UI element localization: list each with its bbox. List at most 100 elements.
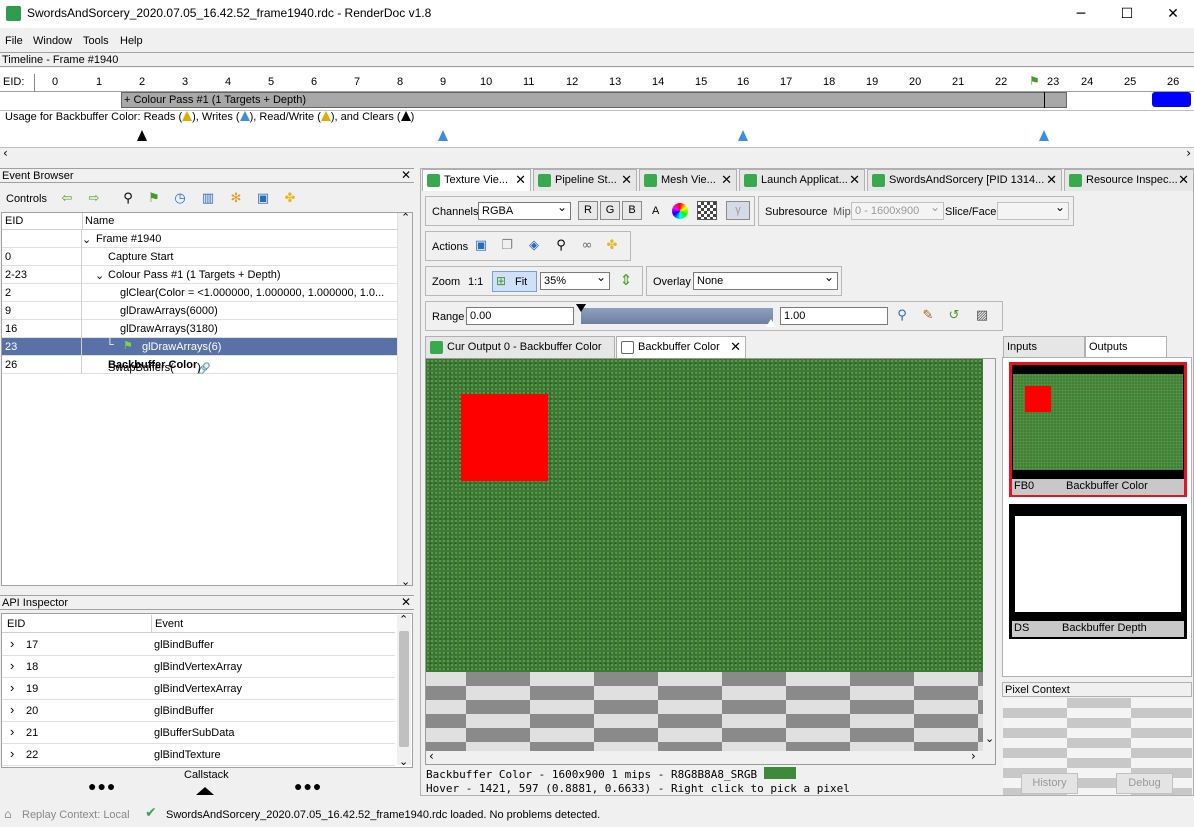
copy-icon[interactable]: ❐ bbox=[499, 238, 515, 254]
scroll-thumb[interactable] bbox=[399, 631, 409, 747]
event-row[interactable]: 16 glDrawArrays(3180) bbox=[2, 320, 397, 338]
binoculars-icon[interactable]: ⚲ bbox=[553, 238, 569, 254]
history-button[interactable]: History bbox=[1021, 773, 1078, 794]
scroll-down-icon[interactable]: ⌄ bbox=[399, 755, 408, 768]
expand-chevron-icon[interactable]: › bbox=[10, 724, 14, 739]
texture-canvas[interactable]: ⌄ ‹ › bbox=[425, 358, 996, 765]
channels-select[interactable]: RGBA bbox=[478, 199, 571, 220]
auto-fit-icon[interactable]: ✎ bbox=[920, 308, 936, 324]
menu-tools[interactable]: Tools bbox=[83, 35, 109, 47]
menu-help[interactable]: Help bbox=[120, 35, 143, 47]
api-row[interactable]: › 22 glBindTexture bbox=[2, 744, 395, 766]
maximize-button[interactable]: ☐ bbox=[1104, 0, 1150, 28]
api-scrollbar[interactable]: ⌃ ⌄ bbox=[397, 613, 411, 768]
close-icon[interactable]: ✕ bbox=[401, 168, 411, 182]
checkerboard-icon[interactable] bbox=[697, 201, 717, 220]
tab-outputs[interactable]: Outputs bbox=[1085, 336, 1167, 358]
mip-select[interactable]: 0 - 1600x900 bbox=[851, 199, 944, 220]
slice-face-select[interactable] bbox=[997, 199, 1069, 220]
range-histogram[interactable] bbox=[581, 308, 773, 324]
thumbnail-fb0[interactable]: FB0 Backbuffer Color bbox=[1009, 362, 1187, 497]
scroll-left-icon[interactable]: ‹ bbox=[429, 749, 434, 763]
clock-icon[interactable]: ◷ bbox=[172, 191, 188, 207]
splitter-dots-left[interactable]: ●●● bbox=[88, 778, 116, 794]
close-icon[interactable]: ✕ bbox=[849, 172, 860, 188]
menu-file[interactable]: File bbox=[5, 35, 23, 47]
close-icon[interactable]: ✕ bbox=[515, 172, 526, 188]
expand-chevron-icon[interactable]: › bbox=[10, 680, 14, 695]
puzzle-icon[interactable]: ✤ bbox=[282, 191, 298, 207]
tab-launch-application[interactable]: Launch Applicat... ✕ bbox=[739, 169, 865, 191]
gamma-toggle[interactable]: γ bbox=[726, 201, 750, 220]
range-black-handle[interactable] bbox=[576, 304, 586, 312]
scroll-down-icon[interactable]: ⌄ bbox=[985, 732, 994, 745]
statistics-icon[interactable]: ▥ bbox=[200, 191, 216, 207]
expand-chevron-icon[interactable]: › bbox=[10, 636, 14, 651]
scroll-right-icon[interactable]: › bbox=[971, 749, 976, 763]
name-column-header[interactable]: Name bbox=[85, 215, 114, 227]
event-row[interactable]: 2 glClear(Color = <1.000000, 1.000000, 1.… bbox=[2, 284, 397, 302]
api-row[interactable]: › 20 glBindBuffer bbox=[2, 700, 395, 722]
expand-chevron-icon[interactable]: › bbox=[10, 658, 14, 673]
splitter-dots-right[interactable]: ●●● bbox=[294, 778, 322, 794]
close-icon[interactable]: ✕ bbox=[730, 339, 741, 355]
timeline-scrollbar[interactable]: ‹ › bbox=[0, 146, 1194, 161]
thumbnail-ds[interactable]: DS Backbuffer Depth bbox=[1009, 504, 1187, 639]
api-row[interactable]: › 18 glBindVertexArray bbox=[2, 656, 395, 678]
puzzle-icon[interactable]: ✤ bbox=[604, 238, 620, 254]
zoom-1-1-button[interactable]: 1:1 bbox=[468, 276, 483, 288]
save-icon[interactable]: ▣ bbox=[255, 191, 271, 207]
tab-texture-viewer[interactable]: Texture Vie... ✕ bbox=[422, 169, 531, 191]
callstack-toggle[interactable]: Callstack bbox=[184, 769, 229, 781]
expand-chevron-icon[interactable]: › bbox=[10, 702, 14, 717]
expand-chevron-icon[interactable]: › bbox=[10, 746, 14, 761]
flip-vertical-icon[interactable]: ⇕ bbox=[618, 272, 634, 288]
close-icon[interactable]: ✕ bbox=[1046, 172, 1057, 188]
fit-button[interactable]: ⊞ Fit bbox=[492, 271, 537, 292]
expand-chevron-icon[interactable]: ⌄ bbox=[95, 269, 104, 282]
write-marker[interactable] bbox=[1039, 130, 1049, 141]
eid-column-header[interactable]: EID bbox=[5, 215, 23, 227]
api-row[interactable]: › 21 glBufferSubData bbox=[2, 722, 395, 744]
link-icon[interactable]: ∞ bbox=[579, 238, 595, 254]
event-column-header[interactable]: Event bbox=[155, 618, 183, 630]
event-row[interactable]: 26 SwapBuffers(Backbuffer Color 🔗) bbox=[2, 356, 397, 375]
histogram-icon[interactable]: ▨ bbox=[974, 308, 990, 324]
close-icon[interactable]: ✕ bbox=[721, 172, 732, 188]
eid-column-header[interactable]: EID bbox=[7, 618, 25, 630]
close-button[interactable]: ✕ bbox=[1150, 0, 1194, 28]
event-row-colour-pass[interactable]: 2-23 ⌄ Colour Pass #1 (1 Targets + Depth) bbox=[2, 266, 397, 284]
tab-pipeline-state[interactable]: Pipeline St... ✕ bbox=[533, 169, 637, 191]
reset-range-icon[interactable]: ↺ bbox=[946, 308, 962, 324]
bookmark-flag-icon[interactable]: ⚑ bbox=[146, 191, 162, 207]
write-marker[interactable] bbox=[438, 130, 448, 141]
clear-marker[interactable] bbox=[137, 130, 147, 141]
swap-buffers-marker[interactable] bbox=[1152, 92, 1191, 107]
expand-chevron-icon[interactable]: ⌄ bbox=[82, 233, 91, 246]
canvas-vscroll[interactable]: ⌄ bbox=[983, 359, 995, 751]
close-icon[interactable]: ✕ bbox=[621, 172, 632, 188]
menu-window[interactable]: Window bbox=[33, 35, 72, 47]
color-wheel-icon[interactable] bbox=[672, 203, 688, 219]
api-row[interactable]: › 19 glBindVertexArray bbox=[2, 678, 395, 700]
blue-channel-toggle[interactable]: B bbox=[622, 201, 642, 220]
tab-backbuffer-color[interactable]: Backbuffer Color ✕ bbox=[616, 336, 746, 358]
scroll-down-icon[interactable]: ⌄ bbox=[401, 575, 410, 588]
close-icon[interactable]: ✕ bbox=[401, 595, 411, 609]
range-white-handle[interactable] bbox=[766, 319, 776, 327]
debug-button[interactable]: Debug bbox=[1116, 773, 1173, 794]
tab-cur-output[interactable]: Cur Output 0 - Backbuffer Color bbox=[425, 336, 615, 358]
scroll-right-icon[interactable]: › bbox=[1186, 146, 1191, 160]
tab-mesh-viewer[interactable]: Mesh Vie... ✕ bbox=[639, 169, 737, 191]
callstack-expand-icon[interactable] bbox=[196, 787, 214, 795]
range-min-input[interactable]: 0.00 bbox=[466, 307, 574, 325]
write-marker[interactable] bbox=[738, 130, 748, 141]
binoculars-icon[interactable]: ⚲ bbox=[120, 191, 136, 207]
tab-inputs[interactable]: Inputs bbox=[1003, 336, 1085, 358]
replay-context-label[interactable]: Replay Context: Local bbox=[22, 809, 130, 821]
arrow-right-icon[interactable]: ⇨ bbox=[86, 191, 102, 207]
save-texture-icon[interactable]: ▣ bbox=[473, 238, 489, 254]
red-channel-toggle[interactable]: R bbox=[578, 201, 598, 220]
canvas-hscroll[interactable]: ‹ › bbox=[426, 749, 995, 764]
settings-gear-icon[interactable]: ✻ bbox=[228, 191, 244, 207]
